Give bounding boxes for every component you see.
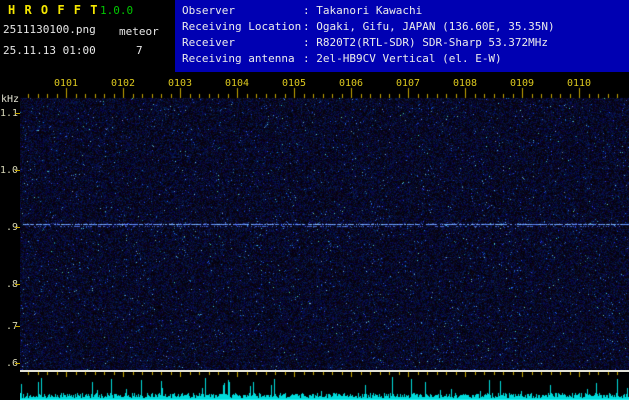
info-separator: : xyxy=(303,3,316,19)
info-value: Takanori Kawachi xyxy=(316,4,422,17)
app-version: 1.0.0 xyxy=(100,4,133,17)
info-label: Receiving Location xyxy=(182,19,303,35)
output-filename: 2511130100.png xyxy=(3,23,96,36)
frequency-axis: kHz 1.1 1.0.9.8.7.6 xyxy=(0,72,20,400)
info-value: R820T2(RTL-SDR) SDR-Sharp 53.372MHz xyxy=(316,36,548,49)
info-separator: : xyxy=(303,19,316,35)
freq-unit-label: kHz xyxy=(1,94,19,105)
info-label: Observer xyxy=(182,3,303,19)
spectrogram-canvas xyxy=(20,86,629,370)
observation-datetime: 25.11.13 01:00 xyxy=(3,44,96,57)
mode-label: meteor xyxy=(119,25,159,38)
echo-count: 7 xyxy=(136,44,143,57)
info-value: 2el-HB9CV Vertical (el. E-W) xyxy=(316,52,501,65)
info-label: Receiving antenna xyxy=(182,51,303,67)
info-row: Observer: Takanori Kawachi xyxy=(182,3,629,19)
info-separator: : xyxy=(303,51,316,67)
info-separator: : xyxy=(303,35,316,51)
signal-level-canvas xyxy=(20,372,629,400)
spectrogram-area: 0101 0102 0103 0104 0105 0106 0107 0108 0109 0110… xyxy=(0,72,629,400)
hrofft-window: H R O F F T 1.0.0 2511130100.png meteor … xyxy=(0,0,629,400)
app-title: H R O F F T xyxy=(8,3,98,17)
app-header-left: H R O F F T 1.0.0 2511130100.png meteor … xyxy=(0,0,175,72)
info-label: Receiver xyxy=(182,35,303,51)
receiver-info: Observer: Takanori Kawachi Receiving Loca… xyxy=(175,0,629,72)
info-row: Receiving Location: Ogaki, Gifu, JAPAN (… xyxy=(182,19,629,35)
info-value: Ogaki, Gifu, JAPAN (136.60E, 35.35N) xyxy=(316,20,554,33)
info-row: Receiver: R820T2(RTL-SDR) SDR-Sharp 53.3… xyxy=(182,35,629,51)
info-row: Receiving antenna: 2el-HB9CV Vertical (e… xyxy=(182,51,629,67)
time-axis: 0101 0102 0103 0104 0105 0106 0107 0108 0109 0110 xyxy=(0,72,629,86)
